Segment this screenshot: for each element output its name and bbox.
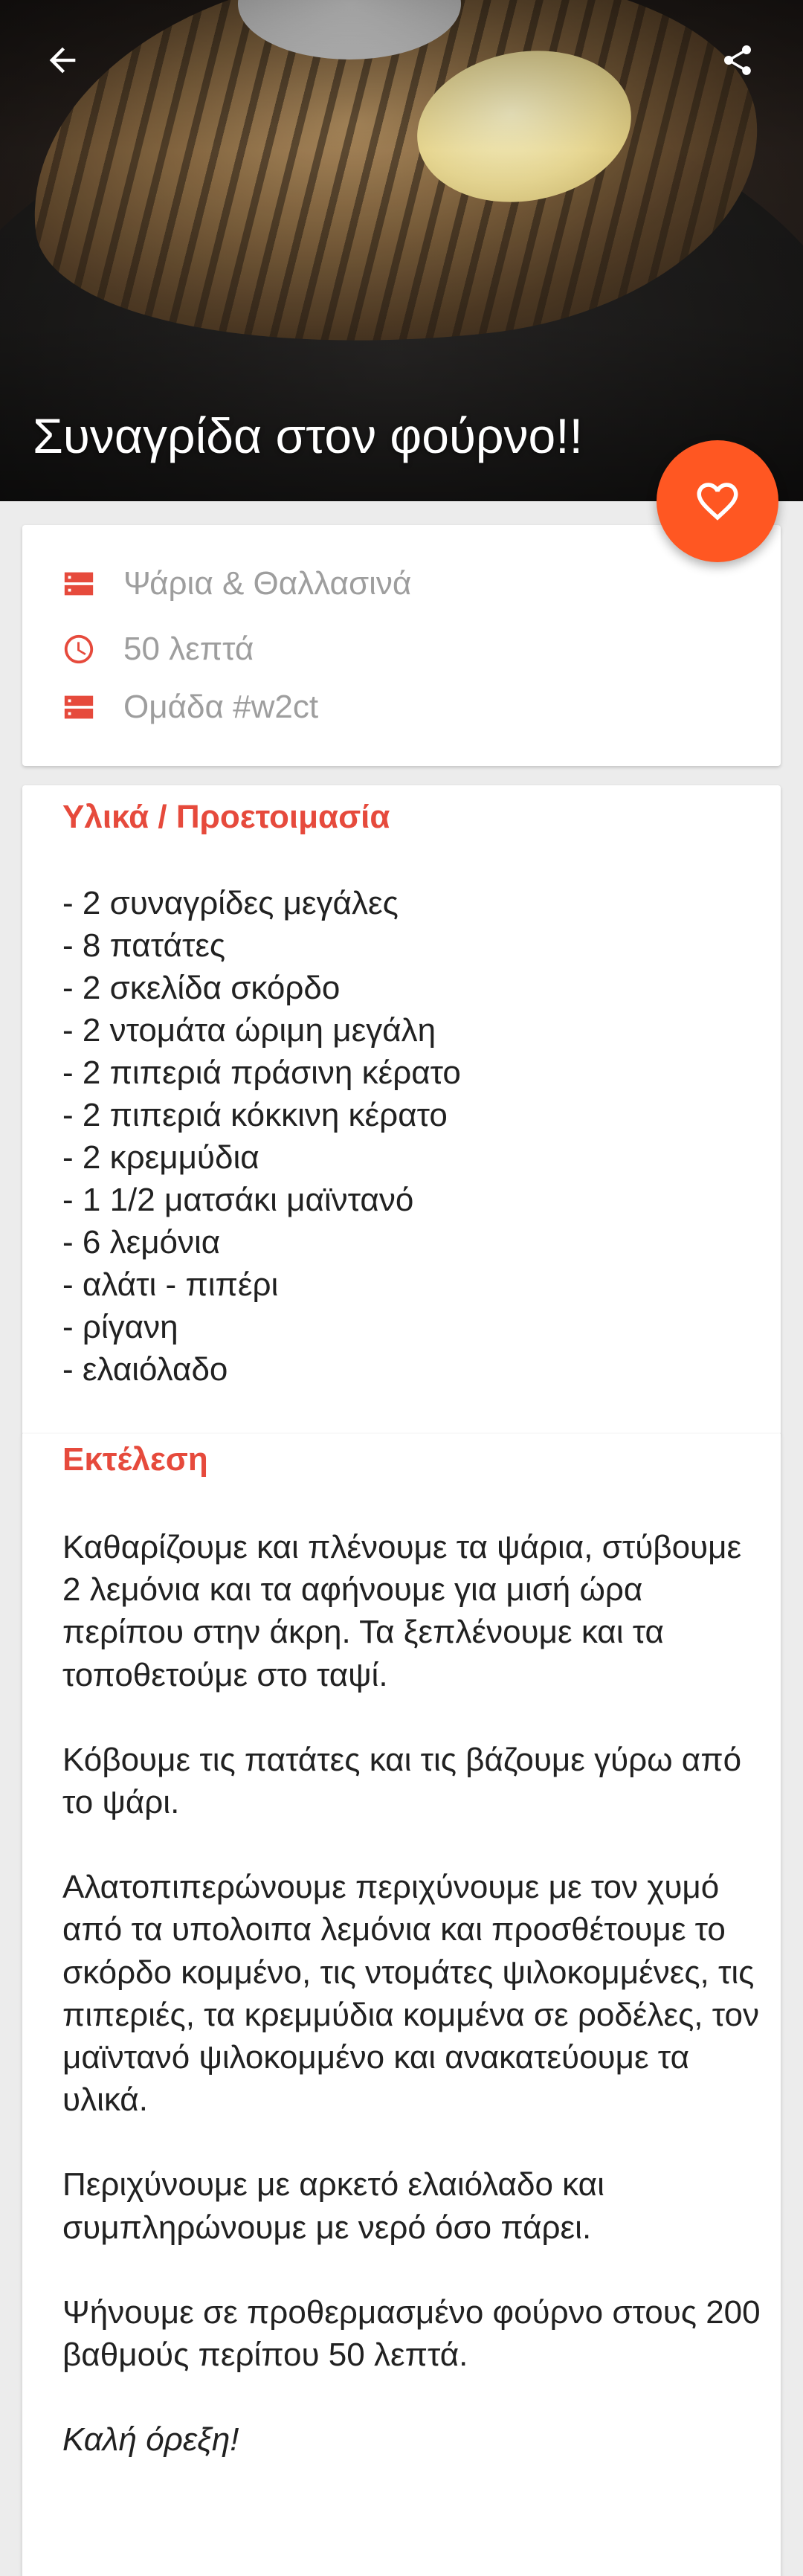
list-item: - 2 κρεμμύδια — [62, 1139, 259, 1176]
list-item: - 2 πιπεριά κόκκινη κέρατο — [62, 1097, 448, 1133]
instruction-paragraph: Αλατοπιπερώνουμε περιχύνουμε με τον χυμό… — [62, 1869, 759, 2119]
list-item: - 2 σκελίδα σκόρδο — [62, 970, 341, 1006]
list-item: - 8 πατάτες — [62, 927, 226, 964]
instructions-card: Εκτέλεση Καθαρίζουμε και πλένουμε τα ψάρ… — [22, 1434, 781, 2576]
favorite-button[interactable] — [657, 440, 778, 562]
instruction-paragraph: Καθαρίζουμε και πλένουμε τα ψάρια, στύβο… — [62, 1529, 742, 1693]
list-item: - αλάτι - πιπέρι — [62, 1266, 279, 1303]
group-label: Ομάδα #w2ct — [123, 689, 319, 725]
category-row: Ψάρια & Θαλλασινά — [61, 565, 411, 602]
closing-text: Καλή όρεξη! — [62, 2421, 239, 2459]
back-button[interactable] — [33, 34, 92, 86]
instructions-body: Καθαρίζουμε και πλένουμε τα ψάρια, στύβο… — [62, 1526, 761, 2503]
list-item: - 6 λεμόνια — [62, 1224, 221, 1260]
category-label: Ψάρια & Θαλλασινά — [123, 565, 412, 602]
list-item: - 2 πιπεριά πράσινη κέρατο — [62, 1054, 461, 1091]
recipe-hero-image: Συναγρίδα στον φούρνο!! — [0, 0, 803, 501]
list-item: - 1 1/2 ματσάκι μαϊντανό — [62, 1182, 414, 1218]
recipe-title: Συναγρίδα στον φούρνο!! — [33, 408, 583, 463]
instruction-paragraph: Περιχύνουμε με αρκετό ελαιόλαδο και συμπ… — [62, 2166, 604, 2246]
instructions-title: Εκτέλεση — [62, 1441, 208, 1478]
instruction-paragraph: Κόβουμε τις πατάτες και τις βάζουμε γύρω… — [62, 1741, 742, 1821]
time-row: 50 λεπτά — [61, 631, 254, 668]
list-item: - 2 συναγρίδες μεγάλες — [62, 885, 399, 921]
list-item: - ελαιόλαδο — [62, 1351, 228, 1388]
instruction-paragraph: Ψήνουμε σε προθερμασμένο φούρνο στους 20… — [62, 2293, 761, 2374]
recipe-info-card: Ψάρια & Θαλλασινά 50 λεπτά Ομάδα #w2ct — [22, 525, 781, 766]
list-item: - 2 ντομάτα ώριμη μεγάλη — [62, 1012, 436, 1049]
share-button[interactable] — [708, 34, 767, 86]
heart-outline-icon — [697, 483, 738, 521]
share-icon — [724, 45, 751, 75]
recipe-detail-screen: Συναγρίδα στον φούρνο!! Ψάρια & Θαλλασιν… — [0, 0, 803, 2576]
arrow-left-icon — [49, 47, 76, 74]
group-row: Ομάδα #w2ct — [61, 689, 318, 726]
ingredients-title: Υλικά / Προετοιμασία — [62, 799, 390, 835]
category-icon — [61, 566, 97, 602]
clock-icon — [61, 631, 97, 667]
time-label: 50 λεπτά — [123, 631, 254, 667]
group-icon — [61, 689, 97, 725]
ingredients-card: Υλικά / Προετοιμασία - 2 συναγρίδες μεγά… — [22, 785, 781, 1435]
list-item: - ρίγανη — [62, 1309, 178, 1345]
ingredients-list: - 2 συναγρίδες μεγάλες - 8 πατάτες - 2 σ… — [62, 882, 461, 1391]
